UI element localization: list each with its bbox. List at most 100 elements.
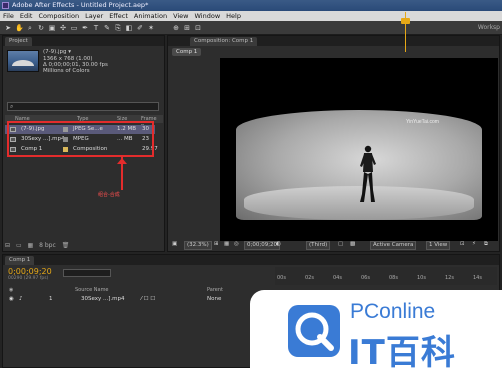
view-options-icon[interactable]: ⊡ [460,240,465,249]
menu-layer[interactable]: Layer [82,11,106,21]
composition-footer: ▣ (32.3%) ⊞ ▦ ◎ 0;00;09;20 ◐ (Third) ▢ ▩… [170,240,497,250]
video-watermark: YinYueTai.com [406,119,439,125]
parent-dropdown[interactable]: None [207,295,221,303]
dancer-figure [360,145,376,202]
pconline-brand: PConline [350,300,436,323]
ruler-tick: 04s [333,275,342,281]
window-title: Adobe After Effects - Untitled Project.a… [12,1,149,9]
menu-animation[interactable]: Animation [131,11,170,21]
menu-composition[interactable]: Composition [35,11,82,21]
selection-tool-icon[interactable]: ➤ [4,24,12,32]
project-tabstrip: Project [3,36,164,46]
comp-navigator-tab[interactable]: Comp 1 [172,48,202,56]
transparency-grid-icon[interactable]: ▩ [350,240,355,249]
frame-rate-readout: 00290 (29.97 fps) [8,276,49,281]
camera-tool-icon[interactable]: ▣ [48,24,56,32]
composition-tabstrip: Composition: Comp 1 [168,36,499,46]
composition-panel: Composition: Comp 1 Comp 1 YinYueTai.com… [167,35,500,252]
annotation-highlight-box [7,121,154,157]
current-time-display[interactable]: 0;00;09;20 [8,267,52,276]
visibility-eye-icon[interactable]: ◉ [9,295,14,303]
new-folder-icon[interactable]: ▭ [16,242,22,249]
menu-bar: File Edit Composition Layer Effect Animation V… [0,11,502,21]
menu-help[interactable]: Help [223,11,244,21]
fast-previews-icon[interactable]: ⚡ [472,240,476,249]
title-bar: Adobe After Effects - Untitled Project.a… [0,0,502,11]
roto-brush-tool-icon[interactable]: ✐ [136,24,144,32]
zoom-tool-icon[interactable]: ⌕ [26,24,34,32]
composition-viewer[interactable]: YinYueTai.com [220,58,498,241]
timeline-search-input[interactable] [63,269,111,277]
after-effects-icon [2,2,9,9]
current-time-indicator[interactable] [405,12,406,52]
pconline-logo-icon [288,305,340,357]
search-icon: ⌕ [10,103,14,110]
trash-icon[interactable]: 🗑 [62,242,70,249]
brush-tool-icon[interactable]: ✎ [103,24,111,32]
mask-tool-icon[interactable]: ▭ [70,24,78,32]
tools-toolbar: ➤ ✋ ⌕ ↻ ▣ ✣ ▭ ✒ T ✎ ⎘ ◧ ✐ ✶ ⊕ ⊞ ⊡ Worksp [0,21,502,35]
channel-icon[interactable]: ◐ [276,240,281,249]
ruler-tick: 08s [389,275,398,281]
always-preview-icon[interactable]: ▣ [172,240,177,249]
workspace-label[interactable]: Worksp [478,24,500,31]
clone-stamp-tool-icon[interactable]: ⎘ [114,24,122,32]
tab-composition[interactable]: Composition: Comp 1 [190,37,258,46]
ruler-tick: 12s [445,275,454,281]
timeline-layer-row[interactable]: ◉ ♪ 1 30Sexy ...].mp4 ⁄ ☐ ☐ None [5,295,273,303]
ruler-tick: 10s [417,275,426,281]
axis-local-icon[interactable]: ⊕ [172,24,180,32]
rotate-tool-icon[interactable]: ↻ [37,24,45,32]
menu-window[interactable]: Window [192,11,224,21]
axis-view-icon[interactable]: ⊡ [194,24,202,32]
tab-comp-timeline[interactable]: Comp 1 [5,256,35,265]
interpret-footage-icon[interactable]: ⊟ [5,242,10,249]
col-parent[interactable]: Parent [207,286,223,294]
selected-item-colors: Millions of Colors [43,68,90,74]
av-features-icon[interactable]: ◉ [9,286,13,294]
pen-tool-icon[interactable]: ✒ [81,24,89,32]
camera-dropdown[interactable]: Active Camera [370,241,417,250]
audio-icon[interactable]: ♪ [19,295,23,303]
menu-edit[interactable]: Edit [17,11,36,21]
ruler-tick: 06s [361,275,370,281]
ruler-tick: 14s [473,275,482,281]
region-of-interest-icon[interactable]: ▢ [338,240,343,249]
menu-effect[interactable]: Effect [106,11,131,21]
col-source-name[interactable]: Source Name [75,286,109,294]
hand-tool-icon[interactable]: ✋ [15,24,24,32]
menu-file[interactable]: File [0,11,17,21]
bit-depth-label[interactable]: 8 bpc [39,242,56,249]
view-layout-dropdown[interactable]: 1 View [426,241,451,250]
layer-name[interactable]: 30Sexy ...].mp4 [81,295,125,303]
selected-item-name[interactable]: (7-9).jpg ▾ [43,49,71,55]
axis-world-icon[interactable]: ⊞ [183,24,191,32]
annotation-label: 组合-合成 [98,192,120,198]
menu-view[interactable]: View [170,11,191,21]
safe-zones-icon[interactable]: ⊞ [214,240,219,249]
selected-item-thumbnail [7,50,39,72]
ruler-tick: 00s [277,275,286,281]
ruler-tick: 02s [305,275,314,281]
grid-icon[interactable]: ▦ [224,240,229,249]
resolution-dropdown[interactable]: (Third) [306,241,331,250]
new-comp-icon[interactable]: ▦ [28,242,34,249]
eraser-tool-icon[interactable]: ◧ [125,24,133,32]
flowchart-icon[interactable]: ⧉ [484,240,488,249]
layer-index: 1 [49,296,53,302]
pan-behind-tool-icon[interactable]: ✣ [59,24,67,32]
timeline-column-header: ◉ Source Name Parent [5,286,273,294]
stage-floor [244,186,474,220]
tab-project[interactable]: Project [5,37,32,46]
pconline-subtitle: IT百科 [348,333,456,368]
type-tool-icon[interactable]: T [92,24,100,32]
magnification-dropdown[interactable]: (32.3%) [184,241,212,250]
project-search-input[interactable]: ⌕ [7,102,159,111]
layer-switches-icon[interactable]: ⁄ ☐ ☐ [141,295,155,303]
annotation-arrow-line [121,157,123,190]
timecode-display[interactable]: 0;00;09;20 [244,241,281,250]
snapshot-icon[interactable]: ◎ [234,240,239,249]
puppet-tool-icon[interactable]: ✶ [147,24,155,32]
project-footer: ⊟ ▭ ▦ 8 bpc 🗑 [5,242,73,249]
time-ruler[interactable]: 00s 02s 04s 06s 08s 10s 12s 14s [275,267,497,285]
